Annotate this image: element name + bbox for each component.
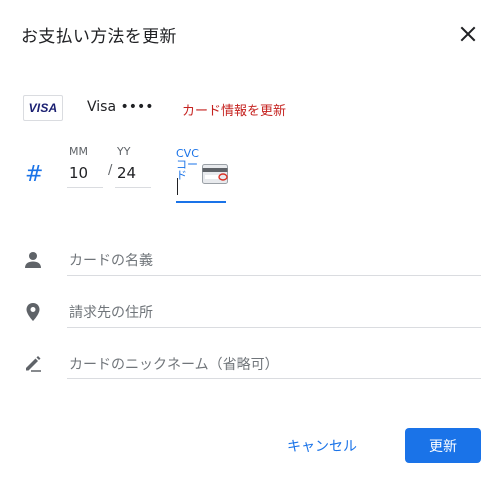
- update-button[interactable]: 更新: [405, 428, 481, 463]
- expiry-month-underline: [67, 187, 103, 188]
- cardholder-name-field[interactable]: カードの名義: [69, 250, 153, 270]
- cvc-input-cursor[interactable]: [177, 178, 178, 195]
- billing-address-field[interactable]: 請求先の住所: [69, 302, 153, 322]
- expiry-month-label: MM: [69, 145, 88, 158]
- expiry-separator: /: [108, 163, 113, 178]
- visa-logo: VISA: [23, 95, 63, 121]
- location-pin-icon: [22, 301, 44, 323]
- expiry-year-input[interactable]: 24: [117, 164, 136, 182]
- dialog-title: お支払い方法を更新: [21, 27, 177, 47]
- card-nickname-underline: [67, 378, 481, 379]
- cancel-button[interactable]: キャンセル: [276, 428, 368, 463]
- hash-icon: #: [25, 162, 44, 187]
- close-button[interactable]: [458, 24, 478, 44]
- card-back-icon: [202, 164, 228, 184]
- cvc-input-underline: [176, 201, 226, 203]
- update-card-info-link[interactable]: カード情報を更新: [182, 100, 286, 119]
- card-nickname-field[interactable]: カードのニックネーム（省略可）: [69, 354, 279, 374]
- person-icon: [22, 249, 44, 271]
- close-icon: [460, 26, 476, 42]
- visa-logo-text: VISA: [28, 101, 58, 115]
- billing-address-underline: [67, 327, 481, 328]
- masked-card-number: Visa ••••: [87, 99, 154, 115]
- edit-pen-icon: [22, 352, 44, 374]
- expiry-year-label: YY: [117, 145, 131, 158]
- expiry-year-underline: [115, 187, 151, 188]
- cvc-label: CVC コード: [176, 147, 199, 182]
- cardholder-name-underline: [67, 275, 481, 276]
- expiry-month-input[interactable]: 10: [69, 164, 88, 182]
